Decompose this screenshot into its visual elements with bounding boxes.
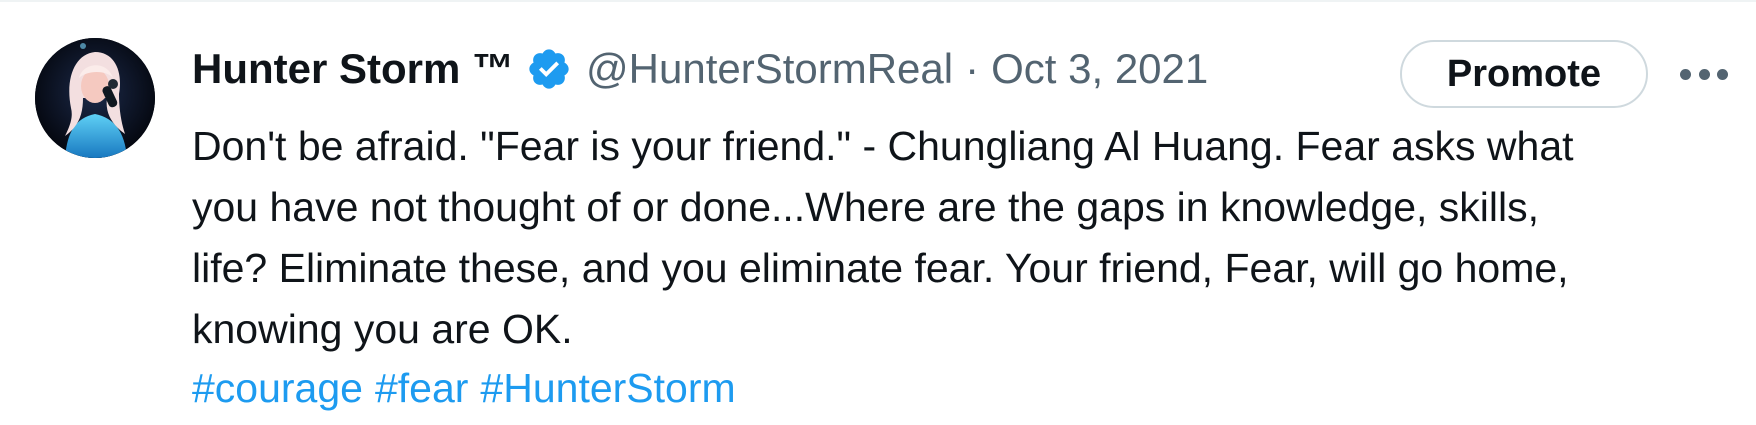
more-dot (1698, 68, 1710, 80)
author-name[interactable]: Hunter Storm ™ (192, 45, 514, 93)
tweet-text-line: Don't be afraid. "Fear is your friend." … (192, 123, 1574, 169)
verified-badge-icon[interactable] (526, 46, 572, 92)
author-handle[interactable]: @HunterStormReal (586, 45, 953, 93)
more-dot (1717, 68, 1728, 80)
tweet-text: Don't be afraid. "Fear is your friend." … (192, 116, 1732, 360)
avatar-image (35, 38, 155, 158)
more-options-icon[interactable] (1680, 58, 1728, 90)
header-separator: · (965, 45, 980, 92)
more-dot (1680, 68, 1691, 80)
avatar[interactable] (35, 38, 155, 158)
tweet-header: Hunter Storm ™ @HunterStormReal · Oct 3,… (192, 44, 1208, 94)
hashtag-link[interactable]: #fear (375, 365, 468, 411)
tweet-text-line: you have not thought of or done...Where … (192, 184, 1539, 230)
promote-button[interactable]: Promote (1400, 40, 1648, 108)
hashtag-list: #courage #fear #HunterStorm (192, 358, 748, 419)
tweet-text-line: knowing you are OK. (192, 306, 573, 352)
hashtag-link[interactable]: #HunterStorm (480, 365, 735, 411)
tweet-text-line: life? Eliminate these, and you eliminate… (192, 245, 1569, 291)
hashtag-link[interactable]: #courage (192, 365, 363, 411)
top-divider (0, 0, 1756, 2)
tweet-date[interactable]: Oct 3, 2021 (991, 45, 1208, 93)
